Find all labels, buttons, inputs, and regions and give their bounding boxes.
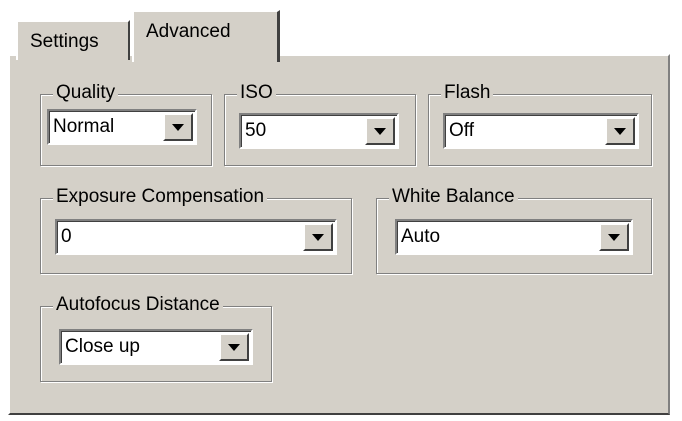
exposure-compensation-value: 0 xyxy=(61,226,72,247)
chevron-down-icon xyxy=(614,128,626,135)
tab-advanced-label: Advanced xyxy=(146,21,231,42)
tab-settings-label: Settings xyxy=(30,31,99,52)
flash-dropdown-button[interactable] xyxy=(605,117,635,145)
tab-settings[interactable]: Settings xyxy=(16,20,130,60)
white-balance-value: Auto xyxy=(401,226,441,247)
flash-label: Flash xyxy=(441,82,494,104)
iso-dropdown[interactable]: 50 xyxy=(239,113,399,149)
autofocus-distance-dropdown-button[interactable] xyxy=(219,333,249,361)
exposure-compensation-label: Exposure Compensation xyxy=(53,186,268,208)
autofocus-distance-dropdown[interactable]: Close up xyxy=(59,329,253,365)
iso-dropdown-button[interactable] xyxy=(365,117,395,145)
chevron-down-icon xyxy=(312,234,324,241)
quality-dropdown-button[interactable] xyxy=(163,113,193,141)
chevron-down-icon xyxy=(608,234,620,241)
quality-label: Quality xyxy=(53,82,119,104)
exposure-compensation-dropdown[interactable]: 0 xyxy=(55,219,337,255)
quality-group: Quality Normal xyxy=(40,82,212,166)
exposure-compensation-group: Exposure Compensation 0 xyxy=(40,186,352,274)
iso-value: 50 xyxy=(245,120,267,141)
chevron-down-icon xyxy=(228,344,240,351)
quality-value: Normal xyxy=(53,116,115,137)
white-balance-dropdown[interactable]: Auto xyxy=(395,219,633,255)
iso-label: ISO xyxy=(237,82,276,104)
iso-group: ISO 50 xyxy=(224,82,416,166)
quality-dropdown[interactable]: Normal xyxy=(47,109,197,145)
white-balance-dropdown-button[interactable] xyxy=(599,223,629,251)
flash-group: Flash Off xyxy=(428,82,652,166)
flash-dropdown[interactable]: Off xyxy=(443,113,639,149)
flash-value: Off xyxy=(449,120,474,141)
white-balance-label: White Balance xyxy=(389,186,518,208)
tab-strip: Settings Advanced xyxy=(8,8,678,66)
exposure-compensation-dropdown-button[interactable] xyxy=(303,223,333,251)
chevron-down-icon xyxy=(172,124,184,131)
tab-advanced[interactable]: Advanced xyxy=(132,10,280,66)
chevron-down-icon xyxy=(374,128,386,135)
white-balance-group: White Balance Auto xyxy=(376,186,652,274)
autofocus-distance-label: Autofocus Distance xyxy=(53,294,223,316)
autofocus-distance-group: Autofocus Distance Close up xyxy=(40,294,272,382)
autofocus-distance-value: Close up xyxy=(65,336,140,357)
